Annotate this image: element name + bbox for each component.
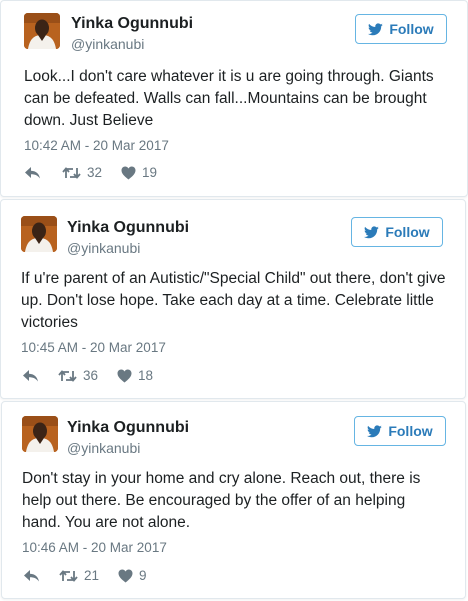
reply-arrow-icon <box>23 569 40 583</box>
follow-button[interactable]: Follow <box>355 14 447 44</box>
twitter-bird-icon <box>364 225 380 239</box>
follow-label: Follow <box>388 423 433 439</box>
reply-arrow-icon <box>22 369 39 383</box>
user-handle[interactable]: @yinkanubi <box>71 36 144 52</box>
like-button[interactable]: 9 <box>118 568 147 583</box>
reply-button[interactable] <box>22 369 39 383</box>
retweet-count: 32 <box>87 165 103 180</box>
retweet-icon <box>59 569 78 583</box>
like-button[interactable]: 19 <box>121 165 157 180</box>
tweet-actions: 36 18 <box>22 368 153 383</box>
twitter-bird-icon <box>367 424 383 438</box>
display-name[interactable]: Yinka Ogunnubi <box>67 219 189 237</box>
follow-button[interactable]: Follow <box>351 217 443 247</box>
user-handle[interactable]: @yinkanubi <box>67 240 140 256</box>
retweet-icon <box>58 369 77 383</box>
timestamp[interactable]: 10:46 AM - 20 Mar 2017 <box>22 540 167 555</box>
retweet-button[interactable]: 36 <box>58 368 98 383</box>
heart-icon <box>118 569 133 583</box>
display-name[interactable]: Yinka Ogunnubi <box>71 15 193 33</box>
tweet-text: Look...I don't care whatever it is u are… <box>24 68 434 129</box>
avatar[interactable] <box>21 216 57 252</box>
like-button[interactable]: 18 <box>117 368 153 383</box>
tweet-actions: 32 19 <box>24 165 157 180</box>
reply-button[interactable] <box>24 166 41 180</box>
tweet-card: Yinka Ogunnubi @yinkanubi Follow Look...… <box>0 0 468 197</box>
reply-arrow-icon <box>24 166 41 180</box>
follow-button[interactable]: Follow <box>354 416 446 446</box>
tweet-text: Don't stay in your home and cry alone. R… <box>22 470 421 531</box>
like-count: 18 <box>138 368 154 383</box>
display-name[interactable]: Yinka Ogunnubi <box>67 419 189 437</box>
like-count: 19 <box>142 165 158 180</box>
like-count: 9 <box>139 568 147 583</box>
user-handle[interactable]: @yinkanubi <box>67 440 140 456</box>
retweet-button[interactable]: 21 <box>59 568 99 583</box>
avatar[interactable] <box>22 416 58 452</box>
retweet-icon <box>62 166 81 180</box>
tweet-card: Yinka Ogunnubi @yinkanubi Follow Don't s… <box>1 401 466 599</box>
heart-icon <box>117 369 132 383</box>
follow-label: Follow <box>389 21 434 37</box>
retweet-count: 21 <box>84 568 100 583</box>
tweet-actions: 21 9 <box>23 568 147 583</box>
timestamp[interactable]: 10:42 AM - 20 Mar 2017 <box>24 138 169 153</box>
twitter-bird-icon <box>368 22 384 36</box>
timestamp[interactable]: 10:45 AM - 20 Mar 2017 <box>21 340 166 355</box>
avatar[interactable] <box>24 13 60 49</box>
follow-label: Follow <box>385 224 430 240</box>
tweet-card: Yinka Ogunnubi @yinkanubi Follow If u're… <box>0 199 466 399</box>
heart-icon <box>121 166 136 180</box>
tweet-text: If u're parent of an Autistic/"Special C… <box>21 270 446 331</box>
retweet-count: 36 <box>83 368 99 383</box>
retweet-button[interactable]: 32 <box>62 165 102 180</box>
reply-button[interactable] <box>23 569 40 583</box>
